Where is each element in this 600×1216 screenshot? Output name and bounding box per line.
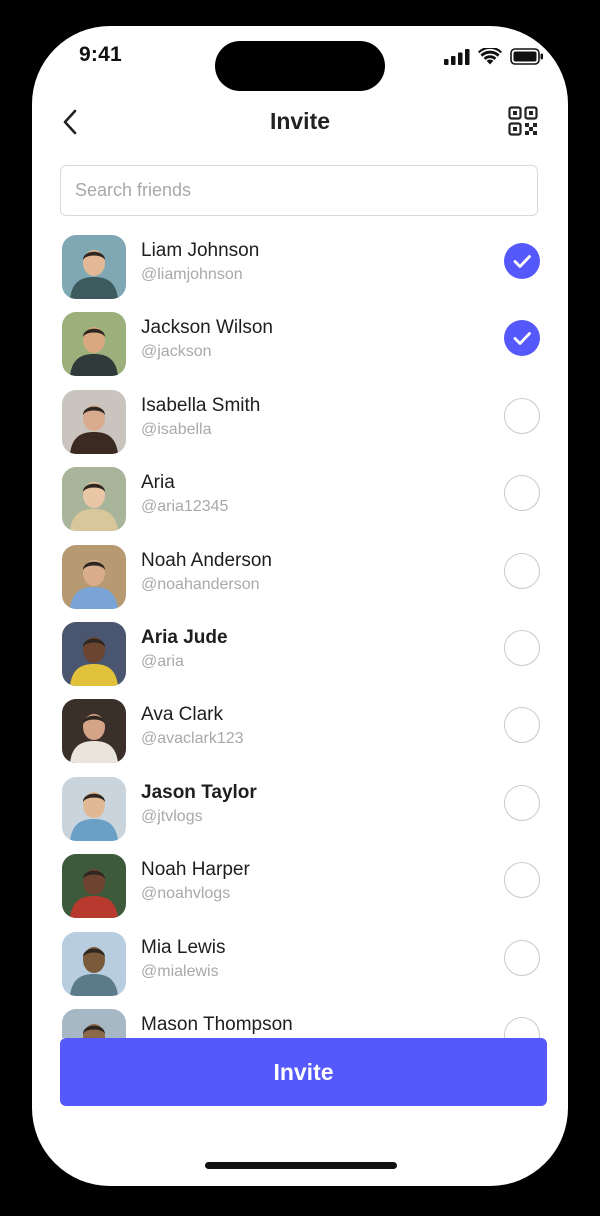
friend-name: Ava Clark xyxy=(141,704,224,725)
friend-name: Aria xyxy=(141,472,175,493)
friend-row[interactable]: Mia Lewis @mialewis xyxy=(32,927,568,1004)
friend-name: Mia Lewis xyxy=(141,937,226,958)
unchecked-checkbox[interactable] xyxy=(504,707,540,743)
friend-name: Isabella Smith xyxy=(141,395,261,416)
friend-handle: @noahvlogs xyxy=(141,885,231,902)
avatar-photo xyxy=(62,235,126,299)
avatar-photo xyxy=(62,932,126,996)
friend-name: Jackson Wilson xyxy=(141,317,273,338)
friend-row[interactable]: Liam Johnson @liamjohnson xyxy=(32,230,568,307)
friend-name: Aria Jude xyxy=(141,627,228,648)
avatar xyxy=(62,1009,126,1038)
status-time: 9:41 xyxy=(79,43,122,66)
qr-code-icon xyxy=(508,106,538,136)
avatar xyxy=(62,854,126,918)
friend-handle: @jtvlogs xyxy=(141,808,203,825)
friend-handle: @aria xyxy=(141,653,184,670)
avatar-photo xyxy=(62,545,126,609)
friends-list: Liam Johnson @liamjohnson Jackson Wilson @… xyxy=(32,230,568,1038)
avatar xyxy=(62,622,126,686)
search-input[interactable] xyxy=(61,166,537,215)
friend-row[interactable]: Mason Thompson xyxy=(32,1004,568,1038)
checked-checkbox[interactable] xyxy=(504,320,540,356)
friend-row[interactable]: Aria Jude @aria xyxy=(32,617,568,694)
home-indicator xyxy=(205,1162,397,1169)
friend-name: Mason Thompson xyxy=(141,1014,293,1035)
friend-row[interactable]: Ava Clark @avaclark123 xyxy=(32,694,568,771)
avatar-photo xyxy=(62,1009,126,1038)
avatar xyxy=(62,467,126,531)
status-icons xyxy=(444,48,544,65)
checkmark-icon xyxy=(513,332,531,345)
invite-button[interactable]: Invite xyxy=(60,1038,547,1106)
avatar xyxy=(62,932,126,996)
friend-handle: @jackson xyxy=(141,343,212,360)
avatar xyxy=(62,699,126,763)
friend-row[interactable]: Jackson Wilson @jackson xyxy=(32,307,568,384)
status-bar: 9:41 xyxy=(32,26,568,91)
qr-code-button[interactable] xyxy=(508,106,538,136)
avatar xyxy=(62,235,126,299)
wifi-icon xyxy=(478,48,502,65)
unchecked-checkbox[interactable] xyxy=(504,862,540,898)
friend-row[interactable]: Noah Anderson @noahanderson xyxy=(32,540,568,617)
checked-checkbox[interactable] xyxy=(504,243,540,279)
avatar-photo xyxy=(62,390,126,454)
header: Invite xyxy=(32,100,568,144)
avatar xyxy=(62,312,126,376)
friend-row[interactable]: Aria @aria12345 xyxy=(32,462,568,539)
friend-name: Jason Taylor xyxy=(141,782,257,803)
avatar-photo xyxy=(62,467,126,531)
avatar xyxy=(62,545,126,609)
avatar-photo xyxy=(62,699,126,763)
phone-screen: 9:41 Invite Search friends Liam Johnson … xyxy=(32,26,568,1186)
friend-row[interactable]: Jason Taylor @jtvlogs xyxy=(32,772,568,849)
friend-handle: @aria12345 xyxy=(141,498,229,515)
dynamic-island xyxy=(215,41,385,91)
friend-name: Noah Anderson xyxy=(141,550,272,571)
unchecked-checkbox[interactable] xyxy=(504,1017,540,1038)
page-title: Invite xyxy=(269,108,331,134)
avatar-photo xyxy=(62,622,126,686)
friend-handle: @liamjohnson xyxy=(141,266,243,283)
friend-handle: @isabella xyxy=(141,421,212,438)
unchecked-checkbox[interactable] xyxy=(504,553,540,589)
unchecked-checkbox[interactable] xyxy=(504,940,540,976)
checkmark-icon xyxy=(513,255,531,268)
friend-row[interactable]: Isabella Smith @isabella xyxy=(32,385,568,462)
unchecked-checkbox[interactable] xyxy=(504,630,540,666)
friend-row[interactable]: Noah Harper @noahvlogs xyxy=(32,849,568,926)
friend-name: Noah Harper xyxy=(141,859,250,880)
avatar xyxy=(62,390,126,454)
avatar xyxy=(62,777,126,841)
unchecked-checkbox[interactable] xyxy=(504,785,540,821)
avatar-photo xyxy=(62,777,126,841)
battery-icon xyxy=(510,48,543,65)
friend-handle: @avaclark123 xyxy=(141,730,244,747)
friend-handle: @noahanderson xyxy=(141,576,260,593)
search-box xyxy=(60,165,538,216)
avatar-photo xyxy=(62,312,126,376)
friend-handle: @mialewis xyxy=(141,963,219,980)
signal-icon xyxy=(444,48,470,65)
unchecked-checkbox[interactable] xyxy=(504,475,540,511)
avatar-photo xyxy=(62,854,126,918)
unchecked-checkbox[interactable] xyxy=(504,398,540,434)
friend-name: Liam Johnson xyxy=(141,240,260,261)
